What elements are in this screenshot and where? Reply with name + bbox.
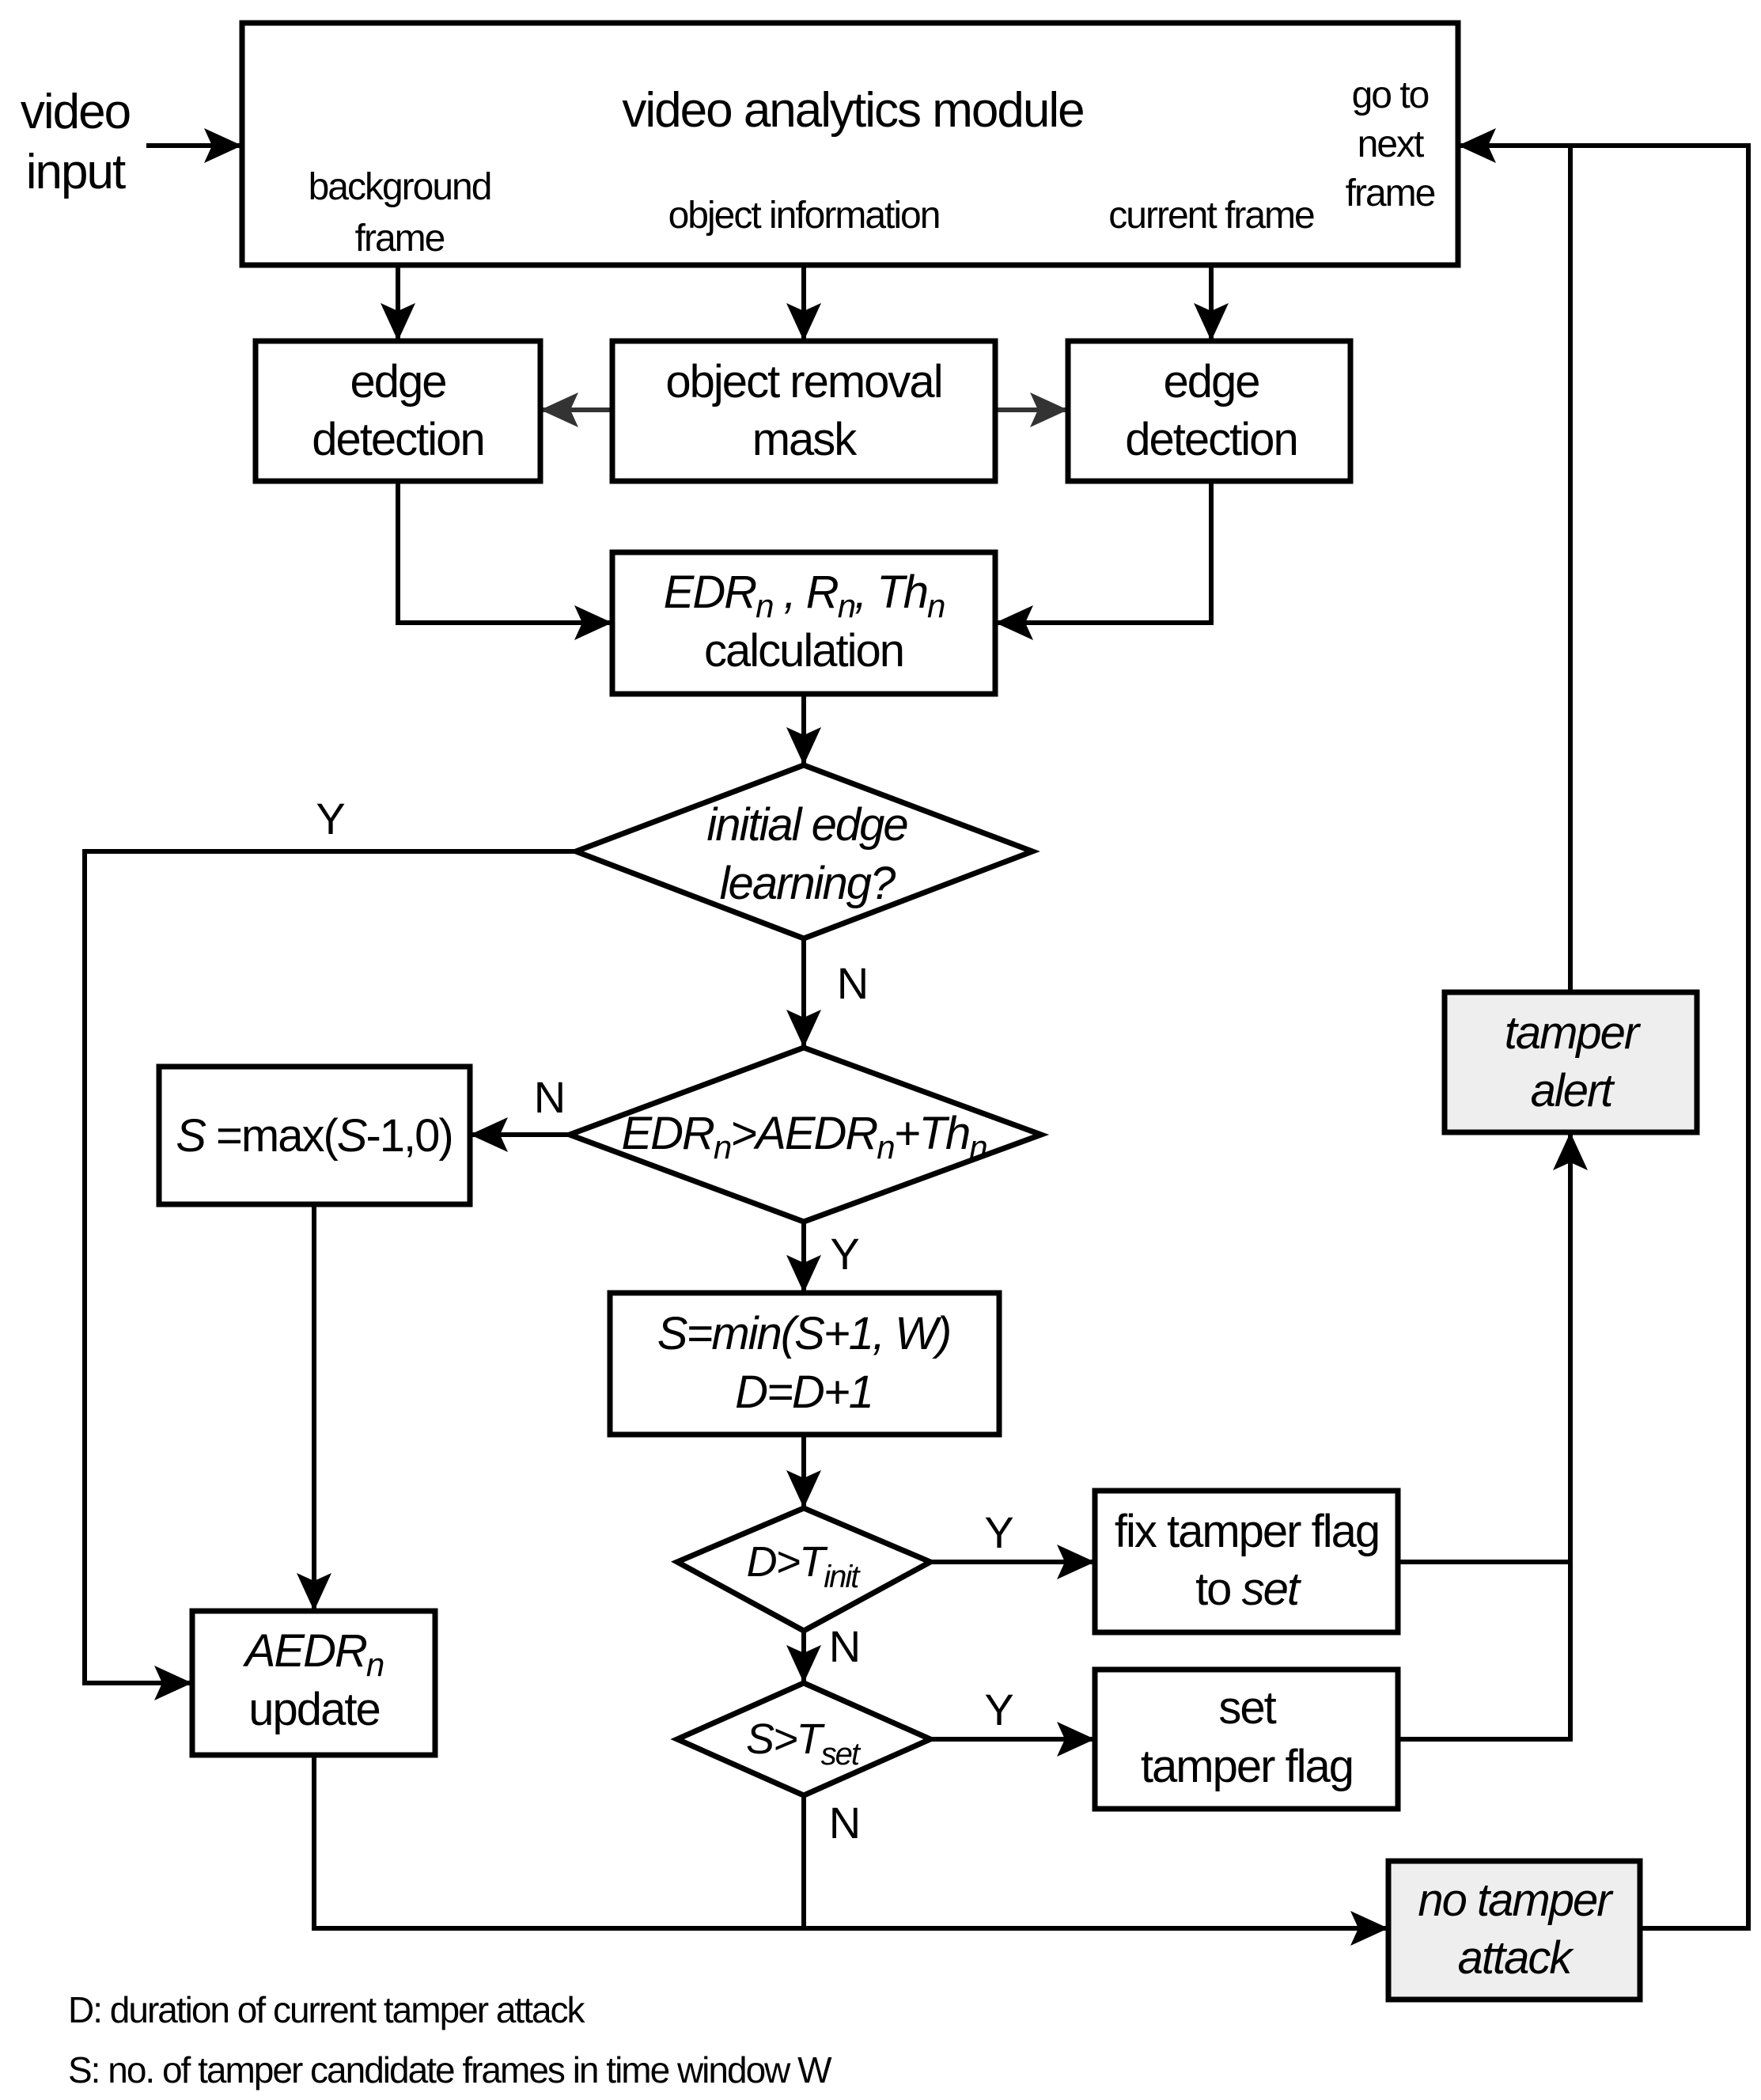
tamper-alert-line2: alert: [1531, 1065, 1616, 1116]
no-tamper-line2: attack: [1458, 1932, 1575, 1984]
fix-flag-line1: fix tamper flag: [1115, 1506, 1379, 1557]
arrow-initial-yes-to-aedr: [82, 849, 576, 1700]
set-flag-line2: tamper flag: [1141, 1741, 1353, 1792]
legend-d: D: duration of current tamper attack: [68, 1989, 586, 2030]
s-min-line2: D=D+1: [735, 1367, 873, 1418]
no-tamper-line1: no tamper: [1418, 1874, 1614, 1926]
object-mask-line2: mask: [752, 414, 858, 465]
legend-s: S: no. of tamper candidate frames in tim…: [68, 2049, 832, 2091]
initial-yes-label: Y: [316, 794, 345, 843]
edge-right-line2: detection: [1125, 414, 1297, 465]
initial-learning-decision: [568, 762, 1040, 942]
set-flag-line1: set: [1218, 1682, 1276, 1734]
object-information-label: object information: [668, 195, 940, 237]
tamper-alert-line1: tamper: [1505, 1007, 1642, 1059]
s-no-label: N: [829, 1798, 861, 1848]
s-yes-label: Y: [984, 1685, 1013, 1734]
background-frame-label-line2: frame: [355, 218, 445, 260]
next-frame-label-line3: frame: [1346, 172, 1435, 214]
edr-threshold-condition: EDRn>AEDRn+Thn: [621, 1108, 987, 1166]
arrow-edge-left-to-calc: [396, 481, 612, 640]
initial-no-label: N: [837, 958, 869, 1008]
arrow-set-flag-to-alert: [1398, 1132, 1588, 1742]
module-title: video analytics module: [622, 83, 1083, 138]
video-input-label-line1: video: [21, 85, 130, 139]
next-frame-label-line1: go to: [1352, 74, 1429, 116]
d-yes-label: Y: [984, 1507, 1013, 1557]
edge-left-line2: detection: [312, 414, 483, 465]
current-frame-label: current frame: [1108, 195, 1314, 237]
edr-yes-label: Y: [830, 1229, 859, 1279]
flowchart: video input video analytics module backg…: [21, 20, 1751, 2091]
calculation-label: calculation: [704, 625, 903, 677]
s-min-line1: S=min(S+1, W): [657, 1308, 950, 1359]
arrow-edge-right-to-calc: [995, 481, 1214, 640]
aedr-update-line1: AEDRn: [243, 1625, 384, 1683]
edr-no-label: N: [534, 1072, 566, 1122]
object-mask-line1: object removal: [665, 356, 941, 407]
background-frame-label-line1: background: [309, 166, 491, 208]
next-frame-label-line2: next: [1358, 123, 1424, 165]
calculation-formula: EDRn , Rn, Thn: [664, 567, 945, 624]
video-input-label-line2: input: [26, 145, 126, 199]
s-max-formula: S =max(S-1,0): [176, 1110, 453, 1162]
edge-right-line1: edge: [1163, 356, 1259, 407]
aedr-update-line2: update: [248, 1684, 379, 1735]
edge-left-line1: edge: [350, 356, 445, 407]
initial-learning-line1: initial edge: [706, 799, 907, 851]
fix-flag-line2: to set: [1195, 1564, 1302, 1615]
initial-learning-line2: learning?: [720, 858, 896, 909]
d-no-label: N: [829, 1621, 861, 1671]
